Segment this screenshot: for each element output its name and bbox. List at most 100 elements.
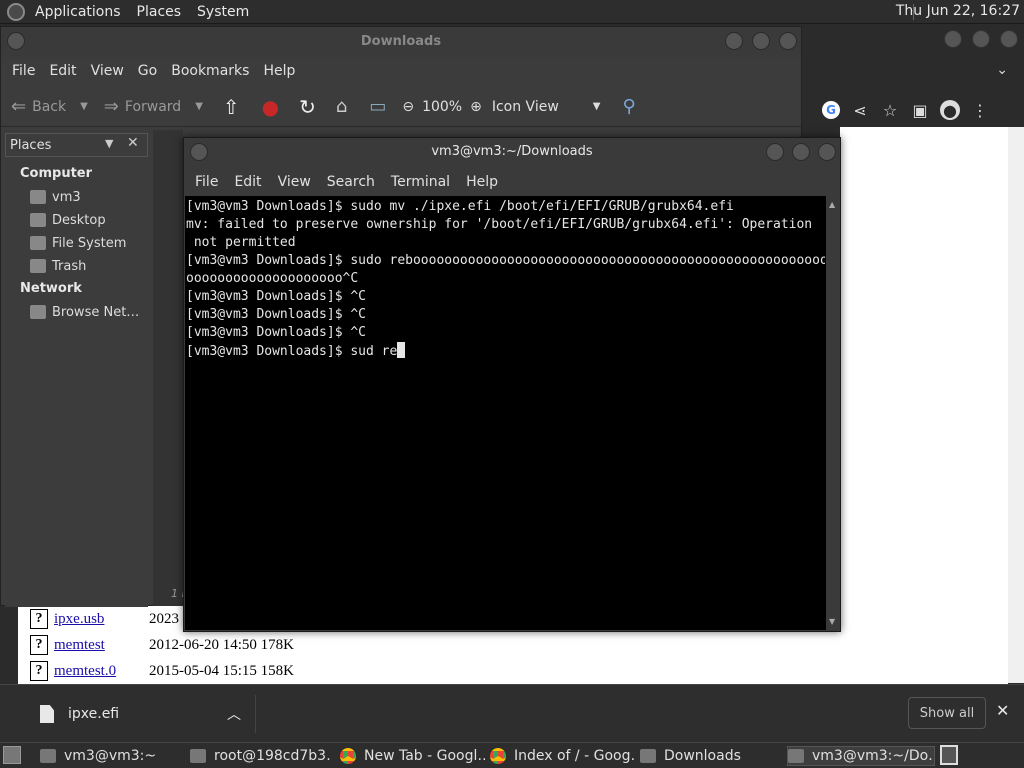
window-menu-icon[interactable] (7, 32, 25, 50)
terminal-scrollbar[interactable]: ▲ ▼ (826, 196, 840, 630)
bookmark-star-icon[interactable]: ☆ (880, 100, 900, 120)
file-link[interactable]: ipxe.usb (54, 611, 149, 628)
view-mode-dropdown-icon[interactable]: ▼ (593, 101, 601, 112)
scroll-down-icon[interactable]: ▼ (829, 617, 835, 626)
menu-edit[interactable]: Edit (42, 63, 83, 79)
file-link[interactable]: memtest (54, 637, 149, 654)
file-icon (40, 705, 54, 723)
forward-history-dropdown[interactable]: ▼ (195, 101, 203, 112)
terminal-line: [vm3@vm3 Downloads]$ ^C (186, 289, 367, 304)
tab-search-chevron-icon[interactable]: ⌄ (996, 62, 1008, 78)
task-vm3-terminal[interactable]: vm3@vm3:~ (40, 746, 180, 766)
task-downloads-folder[interactable]: Downloads (640, 746, 780, 766)
sidebar-item-vm3[interactable]: vm3 (30, 187, 81, 207)
close-sidebar-icon[interactable]: ✕ (127, 135, 139, 151)
share-icon[interactable]: ⋖ (850, 100, 870, 120)
task-root-terminal[interactable]: root@198cd7b3… (190, 746, 330, 766)
file-info: 2012-06-20 14:50 178K (149, 636, 294, 653)
task-vm3-downloads-terminal[interactable]: vm3@vm3:~/Do… (787, 746, 935, 766)
side-panel-icon[interactable]: ▣ (910, 100, 930, 120)
chevron-up-icon[interactable]: ︿ (227, 704, 241, 724)
clock[interactable]: Thu Jun 22, 16:27 (896, 3, 1020, 19)
up-arrow-icon[interactable]: ⇧ (223, 95, 240, 119)
sidebar-item-browse-network[interactable]: Browse Net… (30, 302, 139, 322)
close-button[interactable] (779, 32, 797, 50)
terminal-line: mv: failed to preserve ownership for '/b… (186, 217, 813, 232)
sidebar-item-file-system[interactable]: File System (30, 233, 126, 253)
search-icon[interactable]: ⚲ (622, 96, 635, 117)
applications-logo-icon[interactable] (7, 2, 25, 21)
file-view[interactable] (153, 130, 183, 606)
download-item[interactable]: ipxe.efi ︿ (20, 695, 256, 733)
menu-file[interactable]: File (5, 63, 42, 79)
menu-places[interactable]: Places (129, 4, 190, 20)
menu-applications[interactable]: Applications (27, 4, 129, 20)
sidebar-item-trash[interactable]: Trash (30, 256, 86, 276)
more-menu-icon[interactable]: ⋮ (970, 100, 990, 120)
back-history-dropdown[interactable]: ▼ (80, 101, 88, 112)
browser-scrollbar[interactable] (1008, 127, 1024, 683)
menu-view[interactable]: View (84, 63, 131, 79)
top-panel: Applications Places System Thu Jun 22, 1… (0, 0, 1024, 24)
sidebar-item-desktop[interactable]: Desktop (30, 210, 106, 230)
close-button[interactable] (1000, 30, 1018, 48)
scroll-up-icon[interactable]: ▲ (829, 200, 835, 209)
chrome-icon (340, 748, 356, 764)
task-chrome-index[interactable]: Index of / - Goog… (490, 746, 635, 766)
home-icon[interactable]: ⌂ (336, 96, 347, 117)
profile-avatar-icon[interactable]: ● (940, 100, 960, 120)
window-menu-icon[interactable] (190, 143, 208, 161)
menu-go[interactable]: Go (131, 63, 164, 79)
terminal-prompt-line: [vm3@vm3 Downloads]$ sud re (186, 342, 825, 360)
places-dropdown-icon[interactable]: ▼ (105, 137, 113, 150)
terminal-icon (788, 749, 804, 763)
forward-button[interactable]: ⇒ Forward (104, 96, 181, 117)
menu-system[interactable]: System (189, 4, 257, 20)
zoom-in-icon[interactable]: ⊕ (470, 99, 482, 115)
menu-view[interactable]: View (270, 174, 319, 190)
view-mode-select[interactable]: Icon View (492, 99, 559, 115)
drive-icon (30, 236, 46, 250)
minimize-button[interactable] (725, 32, 743, 50)
menubar: File Edit View Go Bookmarks Help (1, 57, 801, 85)
stop-icon[interactable]: ● (262, 95, 279, 119)
menu-edit[interactable]: Edit (226, 174, 269, 190)
menubar: File Edit View Search Terminal Help (184, 170, 840, 194)
menu-terminal[interactable]: Terminal (383, 174, 458, 190)
home-folder-icon (30, 190, 46, 204)
menu-search[interactable]: Search (319, 174, 383, 190)
menu-help[interactable]: Help (458, 174, 506, 190)
file-info: 2015-05-04 15:15 158K (149, 662, 294, 679)
zoom-out-icon[interactable]: ⊖ (402, 99, 414, 115)
maximize-button[interactable] (972, 30, 990, 48)
minimize-button[interactable] (766, 143, 784, 161)
menu-bookmarks[interactable]: Bookmarks (164, 63, 256, 79)
terminal-line: oooooooooooooooooooo^C (186, 271, 359, 286)
sidebar-section-network: Network (20, 281, 82, 296)
listing-row: ? ipxe.usb 2023 (30, 607, 179, 631)
toolbar: ⇐ Back ▼ ⇒ Forward ▼ ⇧ ● ↻ ⌂ ▭ ⊖ 100% ⊕ Ic… (1, 87, 801, 127)
terminal-line: [vm3@vm3 Downloads]$ sudo rebooooooooooo… (186, 253, 825, 268)
show-desktop-button[interactable] (3, 746, 21, 764)
browser-frame-strip (0, 600, 18, 684)
menu-help[interactable]: Help (256, 63, 302, 79)
task-chrome-new-tab[interactable]: New Tab - Googl… (340, 746, 485, 766)
terminal-screen[interactable]: [vm3@vm3 Downloads]$ sudo mv ./ipxe.efi … (185, 196, 826, 630)
file-info: 2023 (149, 610, 179, 627)
sidebar: Places ▼ ✕ Computer vm3 Desktop File Sys… (5, 133, 148, 607)
reload-icon[interactable]: ↻ (299, 95, 316, 119)
terminal-icon (190, 749, 206, 763)
close-button[interactable] (818, 143, 836, 161)
minimize-button[interactable] (944, 30, 962, 48)
google-icon[interactable]: G (822, 101, 840, 119)
close-icon[interactable]: ✕ (996, 701, 1009, 720)
back-button[interactable]: ⇐ Back (11, 96, 66, 117)
file-link[interactable]: memtest.0 (54, 663, 149, 680)
workspace-switcher[interactable] (940, 745, 958, 765)
show-all-button[interactable]: Show all (908, 697, 986, 729)
maximize-button[interactable] (792, 143, 810, 161)
menu-file[interactable]: File (187, 174, 226, 190)
titlebar[interactable]: Downloads (1, 27, 801, 57)
maximize-button[interactable] (752, 32, 770, 50)
computer-icon[interactable]: ▭ (369, 96, 386, 117)
